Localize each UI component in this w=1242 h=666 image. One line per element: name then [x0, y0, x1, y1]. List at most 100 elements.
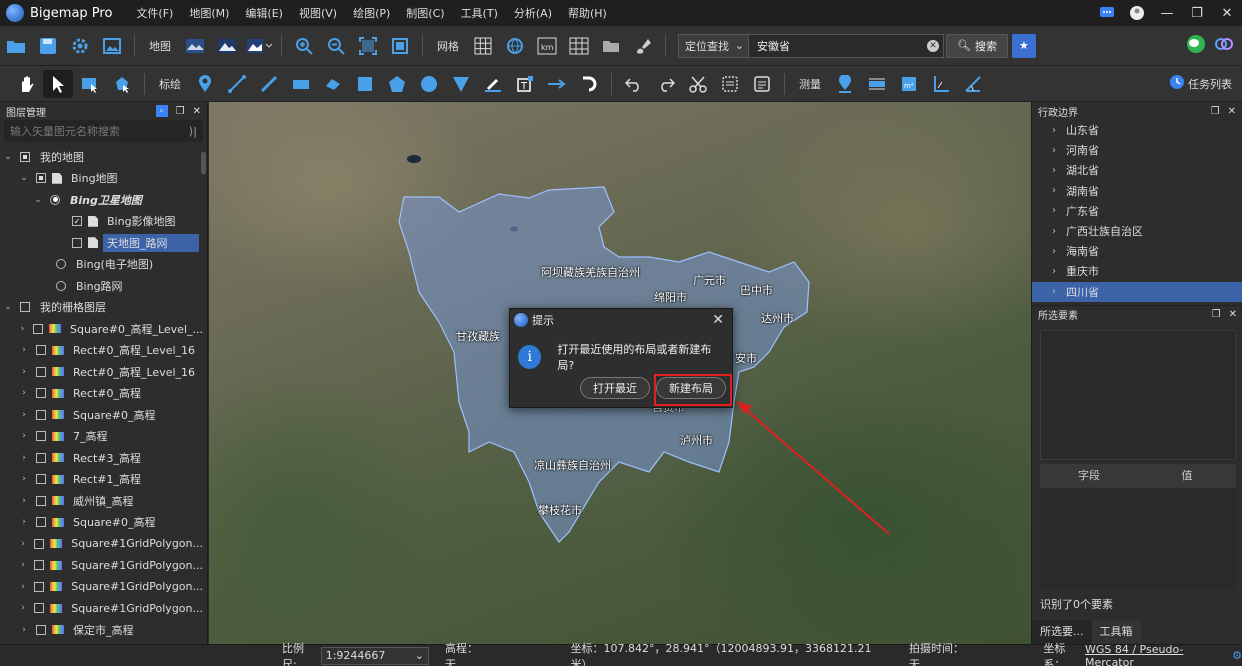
panel-close-icon[interactable]: ✕: [193, 106, 201, 117]
layer-scrollbar[interactable]: [201, 152, 206, 174]
tree-row-raster[interactable]: › 7_高程: [0, 426, 207, 448]
panel-float-icon[interactable]: ❐: [1212, 309, 1221, 320]
chevron-right-icon[interactable]: ›: [1052, 125, 1066, 136]
select-region-icon[interactable]: [75, 70, 105, 98]
task-list-button[interactable]: 任务列表: [1169, 74, 1232, 93]
terrain-map-icon[interactable]: [212, 32, 242, 60]
expand-arrow-icon[interactable]: ›: [18, 431, 30, 441]
map-source-dropdown-icon[interactable]: [244, 32, 274, 60]
expand-arrow-icon[interactable]: ›: [18, 474, 30, 484]
tree-row-raster[interactable]: › Square#0_高程_Level_...: [0, 318, 207, 340]
checkbox[interactable]: [36, 474, 46, 485]
radio[interactable]: [56, 259, 66, 270]
tree-row-my-map[interactable]: ⌄ 我的地图: [0, 146, 207, 168]
panel-float-icon[interactable]: ❐: [1211, 106, 1220, 117]
panel-close-icon[interactable]: ✕: [1228, 106, 1236, 117]
clear-icon[interactable]: ✕: [927, 39, 939, 52]
chevron-right-icon[interactable]: ›: [1052, 286, 1066, 297]
chat-icon[interactable]: [1092, 0, 1122, 26]
full-extent-icon[interactable]: [385, 32, 415, 60]
menu-cartography[interactable]: 制图(C): [398, 5, 452, 21]
region-item-henan[interactable]: › 河南省: [1032, 140, 1242, 160]
curved-arrow-icon[interactable]: [574, 70, 604, 98]
tree-row-raster[interactable]: › Rect#0_高程: [0, 383, 207, 405]
grid-icon[interactable]: [468, 32, 498, 60]
tree-row-raster-layers[interactable]: ⌄ 我的栅格图层: [0, 297, 207, 319]
globe-icon[interactable]: [500, 32, 530, 60]
close-window-icon[interactable]: ✕: [1212, 0, 1242, 26]
checkbox[interactable]: [36, 431, 46, 442]
search-input[interactable]: 安徽省 ✕: [748, 33, 944, 58]
user-avatar-icon[interactable]: [1122, 0, 1152, 26]
copy-icon[interactable]: [715, 70, 745, 98]
tree-row-raster[interactable]: › 威州镇_高程: [0, 490, 207, 512]
rectangle-icon[interactable]: [286, 70, 316, 98]
tree-row-bing-imagery[interactable]: ✓ Bing影像地图: [0, 211, 207, 233]
tree-row-raster[interactable]: › Rect#0_高程_Level_16: [0, 340, 207, 362]
checkbox[interactable]: [34, 603, 45, 614]
tree-row-raster[interactable]: › Square#1GridPolygon...: [0, 533, 207, 555]
dialog-close-icon[interactable]: ✕: [712, 312, 724, 328]
menu-help[interactable]: 帮助(H): [560, 5, 615, 21]
undo-icon[interactable]: [619, 70, 649, 98]
expand-arrow-icon[interactable]: ›: [18, 345, 30, 355]
paste-icon[interactable]: [747, 70, 777, 98]
link-icon[interactable]: [1214, 34, 1234, 57]
brush-clear-icon[interactable]: [628, 32, 658, 60]
chevron-right-icon[interactable]: ›: [1052, 205, 1066, 216]
checkbox[interactable]: [34, 581, 45, 592]
expand-arrow-icon[interactable]: ›: [18, 496, 30, 506]
select-arrow-icon[interactable]: [43, 69, 73, 98]
zoom-extent-icon[interactable]: [353, 32, 383, 60]
eraser-icon[interactable]: [318, 70, 348, 98]
satellite-map-icon[interactable]: [180, 32, 210, 60]
tree-row-bing-electronic[interactable]: Bing(电子地图): [0, 254, 207, 276]
checkbox[interactable]: [36, 388, 46, 399]
measure-point-icon[interactable]: [830, 70, 860, 98]
sector-icon[interactable]: [446, 70, 476, 98]
tree-row-raster[interactable]: › Square#0_高程: [0, 512, 207, 534]
region-item-shandong[interactable]: › 山东省: [1032, 120, 1242, 140]
chevron-right-icon[interactable]: ›: [1052, 165, 1066, 176]
chevron-right-icon[interactable]: ›: [1052, 145, 1066, 156]
expand-arrow-icon[interactable]: ⌄: [2, 302, 14, 312]
checkbox[interactable]: [36, 366, 46, 377]
expand-arrow-icon[interactable]: ⌄: [2, 152, 14, 162]
select-shape-icon[interactable]: [107, 70, 137, 98]
expand-arrow-icon[interactable]: ›: [18, 603, 28, 613]
checkbox[interactable]: [36, 409, 46, 420]
polygon-icon[interactable]: [382, 70, 412, 98]
expand-arrow-icon[interactable]: ›: [18, 324, 27, 334]
menu-view[interactable]: 视图(V): [291, 5, 345, 21]
tree-row-bing-satellite[interactable]: ⌄ Bing卫星地图: [0, 189, 207, 211]
measure-height-icon[interactable]: [926, 70, 956, 98]
checkbox[interactable]: [33, 323, 44, 334]
checkbox[interactable]: [34, 538, 45, 549]
measure-angle-icon[interactable]: [958, 70, 988, 98]
minimize-icon[interactable]: —: [1152, 0, 1182, 26]
radio[interactable]: [56, 280, 66, 291]
tree-row-raster[interactable]: › Square#1GridPolygon...: [0, 598, 207, 620]
checkbox[interactable]: [36, 345, 46, 356]
expand-arrow-icon[interactable]: ⌄: [32, 195, 44, 205]
region-item-sichuan[interactable]: › 四川省: [1032, 281, 1242, 302]
freehand-line-icon[interactable]: [254, 70, 284, 98]
degree-grid-icon[interactable]: [564, 32, 594, 60]
checkbox[interactable]: [36, 452, 46, 463]
collapse-panel-icon[interactable]: ⟩|: [189, 125, 197, 138]
expand-arrow-icon[interactable]: ›: [18, 539, 28, 549]
marker-point-icon[interactable]: [190, 70, 220, 98]
tree-row-raster[interactable]: › Rect#1_高程: [0, 469, 207, 491]
tab-toolbox[interactable]: 工具箱: [1091, 620, 1141, 644]
region-item-hainan[interactable]: › 海南省: [1032, 241, 1242, 261]
open-folder-icon[interactable]: [1, 32, 31, 60]
wechat-icon[interactable]: [1186, 34, 1206, 57]
search-button[interactable]: 🔍︎ 搜索: [946, 33, 1008, 58]
measure-distance-icon[interactable]: [862, 70, 892, 98]
checkbox[interactable]: [34, 560, 45, 571]
square-icon[interactable]: [350, 70, 380, 98]
region-item-hunan[interactable]: › 湖南省: [1032, 181, 1242, 201]
tree-row-bing-map[interactable]: ⌄ Bing地图: [0, 168, 207, 190]
panel-search-icon[interactable]: ⌕: [155, 105, 168, 117]
tree-row-tianditu-road[interactable]: 天地图_路网: [0, 232, 207, 254]
